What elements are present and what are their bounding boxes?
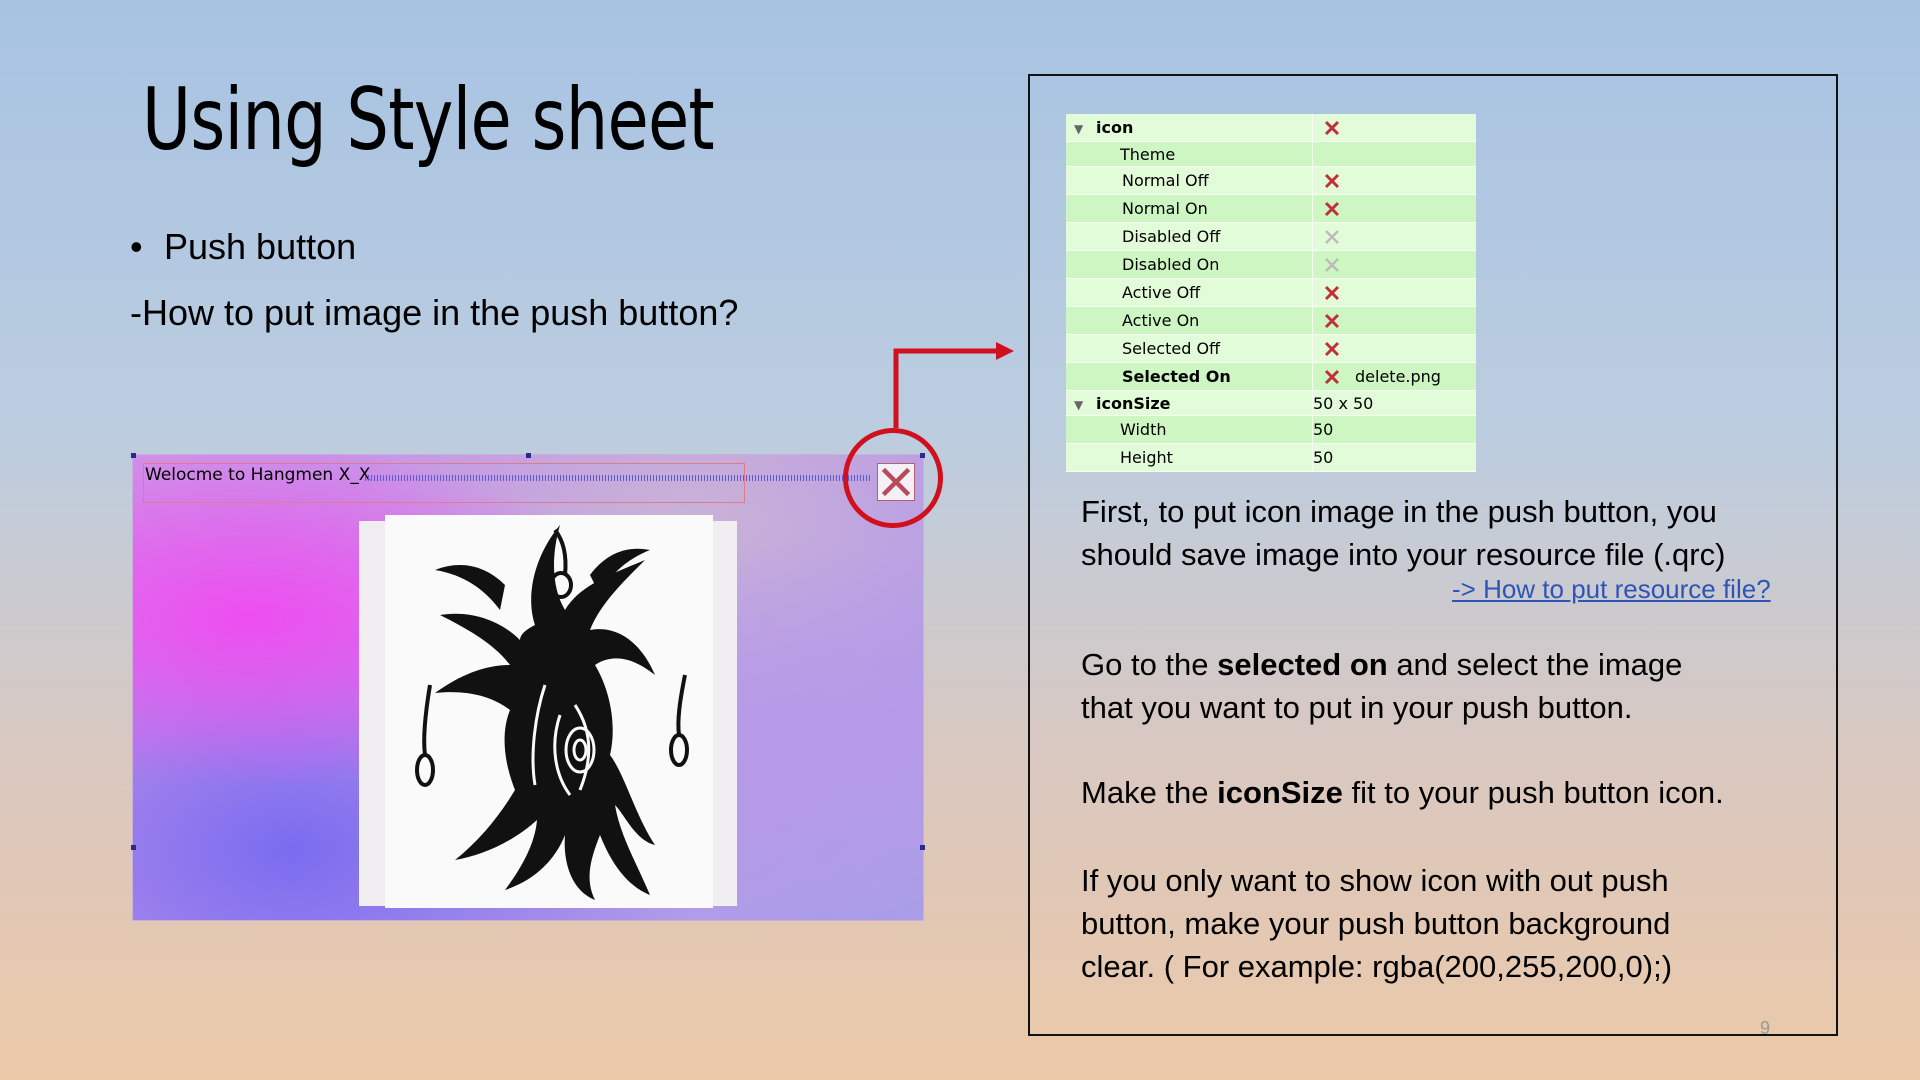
paragraph-iconsize: Make the iconSize fit to your push butto… [1081, 771, 1724, 814]
red-x-icon [1323, 284, 1341, 302]
table-row[interactable]: Selected Off [1066, 334, 1476, 363]
question-text: -How to put image in the push button? [130, 292, 739, 333]
table-row[interactable]: Width 50 [1066, 415, 1476, 444]
text-line: Make the iconSize fit to your push butto… [1081, 771, 1724, 814]
hangman-tree-icon [415, 525, 689, 900]
red-x-icon [1323, 200, 1341, 218]
red-x-icon [1323, 368, 1341, 386]
bullet-item: • Push button [130, 226, 356, 268]
property-name: Selected Off [1066, 334, 1313, 363]
bullet-text: Push button [164, 226, 357, 267]
slide-title: Using Style sheet [142, 70, 715, 170]
resize-handle[interactable] [131, 845, 136, 850]
text-line: should save image into your resource fil… [1081, 537, 1726, 572]
red-x-icon [1323, 312, 1341, 330]
paragraph-resource-file: First, to put icon image in the push but… [1081, 490, 1725, 576]
resize-handle[interactable] [526, 453, 531, 458]
text-span: fit to your push button icon. [1342, 775, 1724, 810]
table-row[interactable]: Normal Off [1066, 166, 1476, 195]
hangman-tree-image [385, 515, 713, 908]
resize-handle[interactable] [131, 453, 136, 458]
text-span: Go to the [1081, 647, 1218, 682]
property-name: Normal On [1066, 194, 1313, 223]
text-span: Make the [1081, 775, 1218, 810]
text-span: and select the image [1387, 647, 1683, 682]
property-name: Theme [1066, 141, 1313, 167]
property-value: 50 [1312, 415, 1476, 444]
bold-term: iconSize [1217, 775, 1343, 810]
gray-x-icon [1323, 256, 1341, 274]
highlight-circle [843, 428, 943, 528]
gray-x-icon [1323, 228, 1341, 246]
property-name: Active On [1066, 306, 1313, 335]
text-line: First, to put icon image in the push but… [1081, 494, 1717, 529]
text-line: If you only want to show icon with out p… [1081, 863, 1669, 898]
table-row[interactable]: Disabled On [1066, 250, 1476, 279]
paragraph-clear-background: If you only want to show icon with out p… [1081, 859, 1672, 988]
qt-window-title: Welocme to Hangmen X_X [145, 465, 371, 485]
property-name: Selected On [1066, 362, 1313, 391]
red-x-icon [1323, 172, 1341, 190]
property-name: Active Off [1066, 278, 1313, 307]
property-name: Disabled On [1066, 250, 1313, 279]
property-name: icon [1096, 118, 1134, 137]
text-line: Go to the selected on and select the ima… [1081, 643, 1682, 686]
property-editor-table: ▼ icon Theme Normal Off Normal On Disable… [1066, 114, 1476, 472]
resource-file-link[interactable]: -> How to put resource file? [1452, 574, 1771, 605]
qt-window-preview: Welocme to Hangmen X_X [131, 453, 925, 920]
red-x-icon [1323, 340, 1341, 358]
property-value: 50 [1312, 443, 1476, 472]
text-line: that you want to put in your push button… [1081, 690, 1633, 725]
table-row[interactable]: Theme [1066, 141, 1476, 167]
table-row[interactable]: Active On [1066, 306, 1476, 335]
table-row[interactable]: Normal On [1066, 194, 1476, 223]
bullet-dot-icon: • [130, 226, 143, 267]
property-name: iconSize [1096, 393, 1171, 413]
text-line: clear. ( For example: rgba(200,255,200,0… [1081, 949, 1673, 984]
expand-triangle-icon[interactable]: ▼ [1074, 122, 1086, 136]
expand-triangle-icon[interactable]: ▼ [1074, 398, 1086, 412]
property-name: Width [1066, 415, 1313, 444]
table-row[interactable]: ▼ icon [1066, 114, 1476, 142]
property-name: Height [1066, 443, 1313, 472]
red-x-icon [1323, 119, 1341, 137]
table-row[interactable]: Selected On delete.png [1066, 362, 1476, 391]
paragraph-selected-on: Go to the selected on and select the ima… [1081, 643, 1682, 729]
property-value: 50 x 50 [1312, 390, 1476, 416]
table-row[interactable]: Disabled Off [1066, 222, 1476, 251]
text-line: button, make your push button background [1081, 906, 1671, 941]
property-name: Disabled Off [1066, 222, 1313, 251]
table-row[interactable]: Height 50 [1066, 443, 1476, 472]
resize-handle[interactable] [920, 845, 925, 850]
bold-term: selected on [1217, 647, 1388, 682]
property-value: delete.png [1355, 366, 1441, 386]
page-number: 9 [1760, 1018, 1771, 1038]
qt-title-hatch [365, 475, 870, 481]
property-name: Normal Off [1066, 166, 1313, 195]
table-row[interactable]: Active Off [1066, 278, 1476, 307]
table-row[interactable]: ▼ iconSize 50 x 50 [1066, 390, 1476, 416]
